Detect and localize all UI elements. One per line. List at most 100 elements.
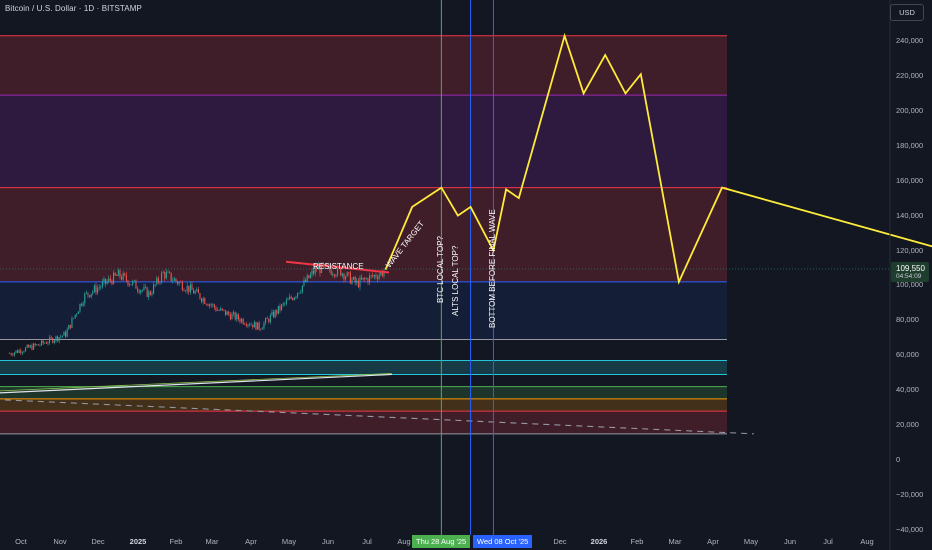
price-zone-4 [0, 360, 727, 375]
candle-body-130 [217, 310, 219, 311]
candle-body-55 [97, 287, 99, 293]
candle-body-43 [77, 311, 79, 314]
candle-body-227 [372, 275, 374, 277]
candle-body-189 [311, 270, 313, 275]
candle-body-126 [210, 304, 212, 306]
candle-body-54 [95, 285, 97, 293]
candle-body-132 [220, 308, 222, 311]
candle-body-22 [44, 342, 46, 344]
x-tick-label: May [743, 537, 759, 546]
candle-body-124 [207, 304, 209, 306]
candle-body-74 [127, 280, 129, 286]
candle-body-17 [36, 344, 38, 346]
candle-body-19 [39, 344, 41, 346]
candle-body-84 [143, 286, 145, 290]
candle-body-15 [33, 343, 35, 350]
candle-body-61 [106, 281, 108, 284]
candle-body-41 [74, 314, 76, 318]
candle-body-20 [41, 340, 43, 345]
candle-body-121 [202, 298, 204, 302]
y-tick-label: 120,000 [896, 245, 924, 255]
currency-button[interactable]: USD [890, 4, 924, 21]
candle-body-36 [66, 329, 68, 337]
candle-body-110 [185, 290, 187, 292]
candle-body-3 [13, 352, 15, 356]
resistance-label: RESISTANCE [313, 262, 364, 271]
current-price: 109,550 [896, 264, 925, 273]
candle-body-203 [333, 274, 335, 277]
candle-body-156 [258, 322, 260, 330]
y-tick-label: 200,000 [896, 105, 924, 115]
candle-body-142 [236, 314, 238, 320]
y-tick-label: 0 [896, 455, 901, 464]
candle-body-21 [42, 340, 44, 344]
price-chart[interactable] [0, 0, 932, 550]
candle-body-39 [71, 318, 73, 328]
candle-body-48 [85, 292, 87, 294]
candle-body-82 [140, 290, 142, 293]
candle-body-45 [81, 303, 83, 306]
candle-body-83 [141, 289, 143, 291]
candle-body-51 [90, 293, 92, 297]
candle-body-73 [125, 275, 127, 281]
candle-body-141 [234, 312, 236, 320]
y-tick-label: 80,000 [896, 315, 919, 325]
candle-body-226 [370, 275, 372, 276]
candle-body-68 [117, 270, 119, 276]
candle-body-91 [154, 284, 156, 286]
candle-body-211 [346, 272, 348, 277]
candle-body-8 [21, 352, 23, 354]
candle-body-148 [245, 324, 247, 326]
candle-body-151 [250, 324, 252, 326]
candle-body-167 [276, 310, 278, 314]
y-tick-label: 180,000 [896, 140, 924, 150]
candle-body-32 [60, 336, 62, 338]
candle-body-217 [356, 280, 358, 283]
candle-body-26 [50, 337, 52, 339]
candle-body-149 [247, 324, 249, 326]
price-zone-5 [0, 386, 727, 399]
candle-body-172 [284, 303, 286, 305]
y-tick-label: 40,000 [896, 385, 919, 395]
candle-body-153 [253, 322, 255, 328]
candle-body-104 [175, 278, 177, 282]
candle-body-89 [151, 293, 153, 295]
candle-body-92 [156, 277, 158, 285]
candle-body-176 [290, 296, 292, 299]
bottom-before-final-wave-label: BOTTOM BEFORE FINAL WAVE [488, 209, 497, 328]
candle-body-111 [186, 285, 188, 291]
candle-body-37 [68, 324, 70, 330]
symbol-title: Bitcoin / U.S. Dollar · 1D · BITSTAMP [5, 4, 142, 13]
candle-body-161 [266, 318, 268, 320]
candle-body-60 [105, 278, 107, 284]
candle-body-106 [178, 282, 180, 284]
x-tick-label: 2025 [129, 537, 147, 546]
candle-body-218 [357, 280, 359, 288]
btc-local-top-label: BTC LOCAL TOP? [436, 236, 445, 303]
candle-body-71 [122, 273, 124, 280]
candle-body-108 [181, 282, 183, 291]
x-tick-label: Mar [205, 537, 219, 546]
x-tick-label: Nov [53, 537, 67, 546]
candle-body-140 [233, 312, 235, 315]
candle-body-53 [93, 285, 95, 292]
candle-body-50 [89, 295, 91, 297]
candle-body-173 [285, 300, 287, 304]
candle-body-112 [188, 285, 190, 293]
candle-body-143 [237, 314, 239, 320]
candle-body-93 [157, 277, 159, 283]
x-tick-label: Aug [860, 537, 874, 546]
candle-body-170 [281, 304, 283, 311]
candle-body-30 [57, 336, 59, 342]
alts-local-top-label: ALTS LOCAL TOP? [451, 245, 460, 316]
candle-body-78 [133, 280, 135, 282]
bar-countdown: 04:54:09 [896, 273, 922, 280]
blue-date-marker: Wed 08 Oct '25 [473, 535, 533, 548]
candle-body-210 [345, 276, 347, 280]
candle-body-18 [37, 344, 39, 346]
candle-body-146 [242, 318, 244, 324]
x-tick-label: Dec [91, 537, 105, 546]
candle-body-134 [223, 309, 225, 311]
candle-body-95 [161, 273, 163, 283]
x-tick-label: Oct [15, 537, 27, 546]
